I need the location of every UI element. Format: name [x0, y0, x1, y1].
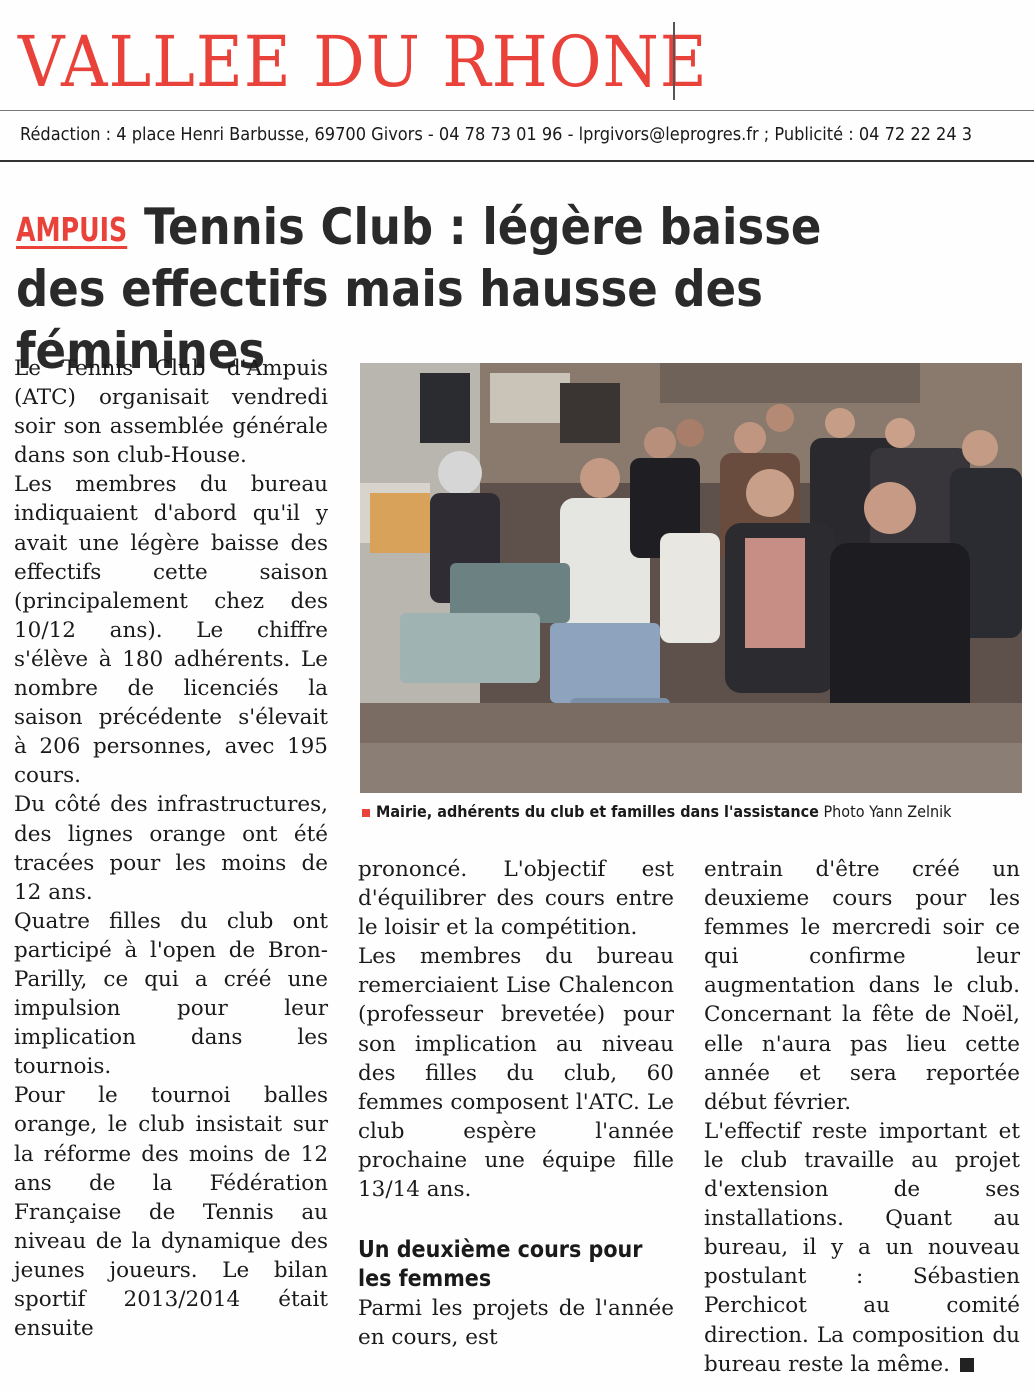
paragraph: Quatre filles du club ont participé à l'… — [14, 908, 328, 1080]
paragraph: Pour le tournoi balles orange, le club i… — [14, 1083, 328, 1342]
photo-credit: Photo Yann Zelnik — [823, 802, 952, 821]
article-column-2: prononcé. L'objectif est d'équilibrer de… — [358, 855, 674, 1352]
article-photo — [360, 363, 1022, 793]
photo-illustration — [360, 363, 1022, 793]
kicker: AMPUIS — [16, 210, 128, 249]
paragraph: prononcé. L'objectif est d'équilibrer de… — [358, 857, 674, 941]
article-column-1: Le Tennis Club d'Ampuis (ATC) organisait… — [14, 354, 328, 1343]
paragraph-last: L'effectif reste important et le club tr… — [704, 1117, 1020, 1379]
paragraph: Les membres du bureau remerciaient Lise … — [358, 944, 674, 1203]
caption-text: Mairie, adhérents du club et familles da… — [376, 802, 819, 821]
photo-caption: Mairie, adhérents du club et familles da… — [362, 802, 1022, 821]
headline-line-1: Tennis Club : légère baisse — [144, 198, 822, 256]
contact-line: Rédaction : 4 place Henri Barbusse, 6970… — [20, 124, 973, 145]
paragraph-text: L'effectif reste important et le club tr… — [704, 1118, 1020, 1377]
title-divider — [673, 22, 675, 100]
paragraph: Du côté des infrastructures, des lignes … — [14, 792, 328, 905]
end-of-article-square — [959, 1357, 974, 1372]
article-column-3: entrain d'être créé un deuxieme cours po… — [704, 855, 1020, 1379]
subheading: Un deuxième cours pour les femmes — [358, 1237, 643, 1293]
paragraph: Le Tennis Club d'Ampuis (ATC) organisait… — [14, 356, 328, 469]
top-rule — [0, 110, 1034, 111]
contact-rule — [0, 160, 1034, 162]
paragraph: Parmi les projets de l'année en cours, e… — [358, 1296, 674, 1351]
section-title: VALLEE DU RHONE — [18, 21, 708, 103]
caption-marker — [362, 808, 370, 817]
paragraph: entrain d'être créé un deuxieme cours po… — [704, 857, 1020, 1115]
paragraph: Les membres du bureau indiquaient d'abor… — [14, 472, 328, 789]
